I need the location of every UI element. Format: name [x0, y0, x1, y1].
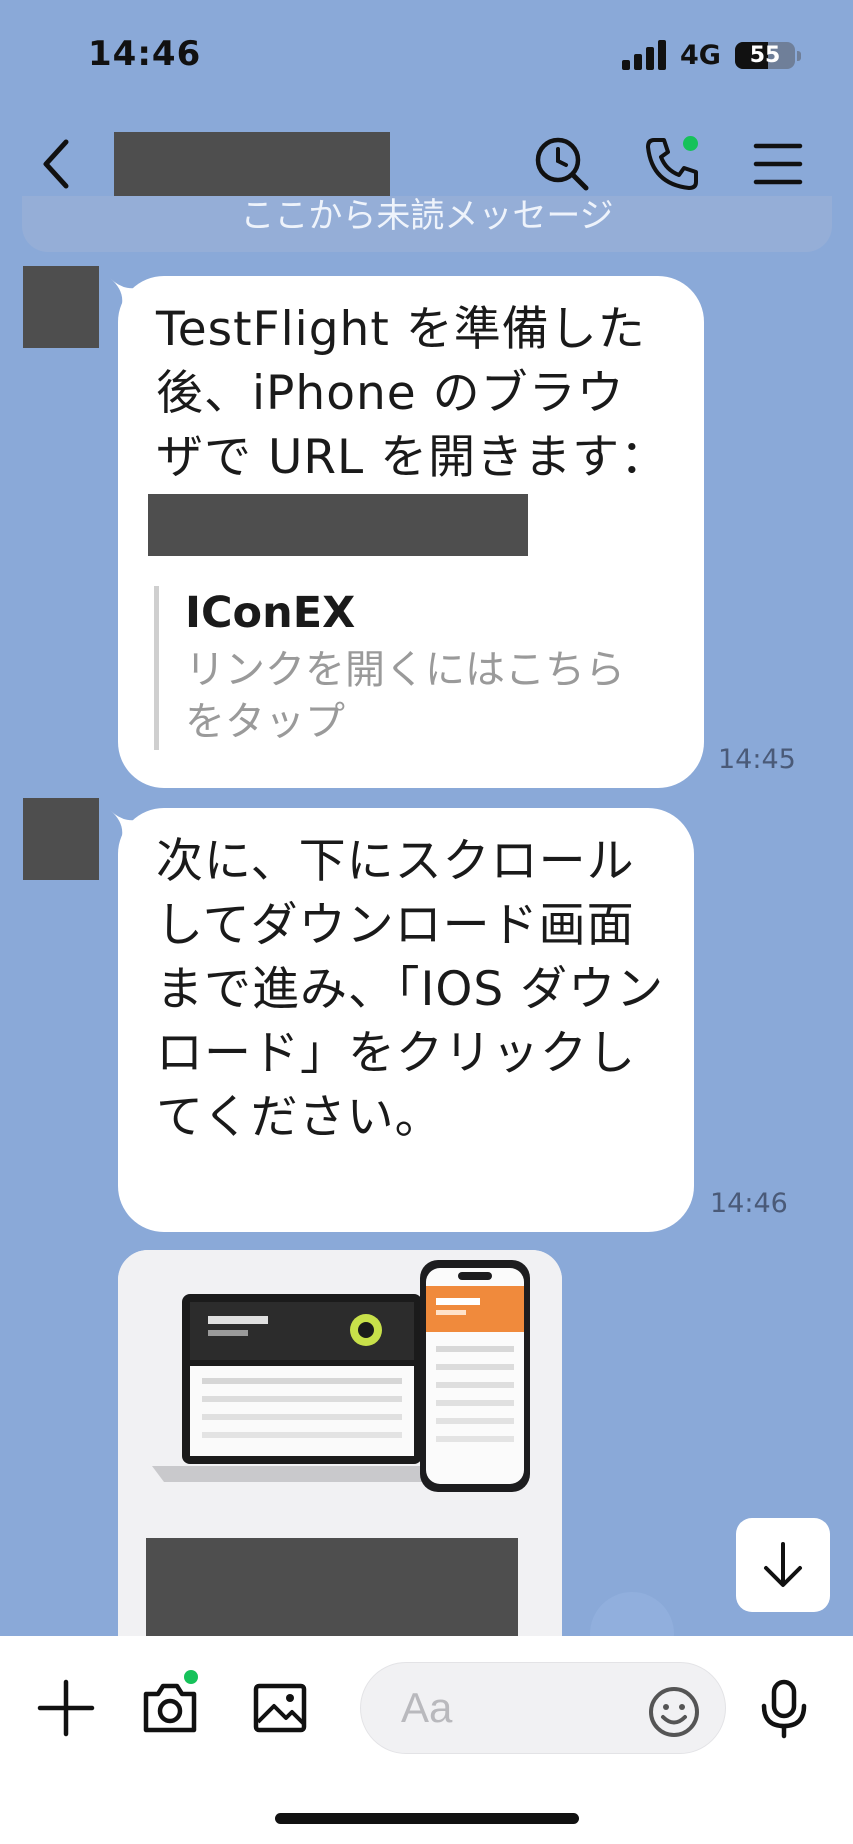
chat-title-redacted — [114, 132, 390, 196]
emoji-button[interactable] — [646, 1684, 702, 1740]
camera-icon — [143, 1683, 197, 1733]
link-preview[interactable]: IConEX リンクを開くにはこちら をタップ — [154, 586, 674, 750]
image-icon — [253, 1683, 307, 1733]
search-button[interactable] — [530, 132, 594, 196]
status-bar: 14:46 4G 55 — [0, 0, 853, 110]
battery-cap — [797, 51, 801, 61]
battery-icon: 55 — [735, 42, 795, 69]
message-timestamp: 14:45 — [718, 744, 796, 775]
back-button[interactable] — [36, 134, 86, 194]
link-preview-title: IConEX — [185, 588, 356, 638]
status-time: 14:46 — [88, 34, 202, 74]
avatar[interactable] — [23, 798, 99, 880]
call-button[interactable] — [640, 132, 704, 196]
plus-icon — [37, 1679, 95, 1737]
search-icon — [535, 137, 589, 191]
camera-indicator-dot — [184, 1670, 198, 1684]
home-indicator[interactable] — [275, 1813, 579, 1824]
message-bubble[interactable]: TestFlight を準備した 後、iPhone のブラウ ザで URL を開… — [118, 276, 704, 788]
camera-button[interactable] — [138, 1670, 202, 1740]
redacted-link-title — [146, 1538, 518, 1650]
microphone-icon — [761, 1679, 807, 1739]
message-timestamp: 14:46 — [710, 1188, 788, 1219]
battery-level: 55 — [749, 43, 781, 68]
unread-divider: ここから未読メッセージ — [22, 196, 832, 252]
app-screenshot-image — [118, 1250, 562, 1550]
avatar[interactable] — [23, 266, 99, 348]
unread-divider-text: ここから未読メッセージ — [240, 196, 614, 236]
link-preview-description: リンクを開くにはこちら をタップ — [185, 647, 625, 745]
image-link-card[interactable] — [118, 1250, 562, 1650]
message-bubble[interactable]: 次に、下にスクロール してダウンロード画面 まで進み、「IOS ダウン ロード」… — [118, 808, 694, 1232]
network-type: 4G — [680, 40, 721, 71]
scroll-to-bottom-button[interactable] — [736, 1518, 830, 1612]
microphone-button[interactable] — [752, 1676, 816, 1740]
image-button[interactable] — [248, 1676, 312, 1740]
arrow-down-icon — [764, 1542, 802, 1587]
call-indicator-dot — [683, 136, 698, 151]
plus-button[interactable] — [34, 1676, 98, 1740]
emoji-icon — [649, 1687, 699, 1737]
redacted-url[interactable] — [148, 494, 528, 556]
message-text: 次に、下にスクロール してダウンロード画面 まで進み、「IOS ダウン ロード」… — [156, 834, 665, 1145]
message-text: TestFlight を準備した 後、iPhone のブラウ ザで URL を開… — [156, 302, 669, 485]
menu-icon — [753, 143, 803, 185]
chevron-left-icon — [43, 139, 69, 189]
signal-strength-icon — [622, 40, 668, 70]
menu-button[interactable] — [746, 132, 810, 196]
